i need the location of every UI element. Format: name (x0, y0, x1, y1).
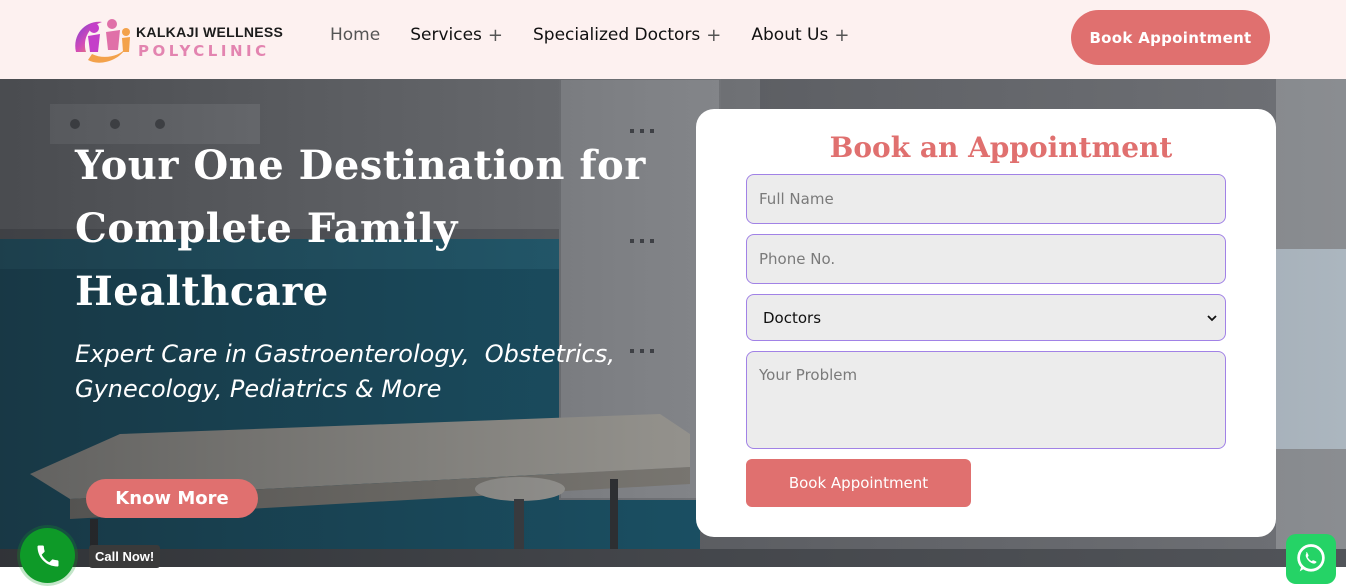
nav-item-label: Services (410, 25, 482, 45)
chevron-down-icon (1207, 314, 1217, 321)
appointment-form-card: Book an Appointment Doctors Book Appoint… (696, 109, 1276, 537)
plus-icon: + (706, 24, 722, 46)
brand-name-top: KALKAJI WELLNESS (136, 24, 284, 40)
doctor-select[interactable]: Doctors (746, 294, 1226, 341)
call-now-button[interactable] (20, 528, 75, 583)
brand-name-bottom: POLYCLINIC (138, 42, 270, 60)
form-book-appointment-button[interactable]: Book Appointment (746, 459, 971, 507)
plus-icon: + (487, 24, 503, 46)
hero-title: Your One Destination for Complete Family… (75, 134, 675, 323)
site-header: KALKAJI WELLNESS POLYCLINIC Home Service… (0, 0, 1346, 79)
hero-subtitle-line: Gynecology, Pediatrics & More (75, 375, 442, 403)
hero-subtitle: Expert Care in Gastroenterology, Obstetr… (75, 337, 655, 407)
nav-item-label: About Us (751, 25, 829, 45)
call-now-label[interactable]: Call Now! (89, 545, 161, 568)
know-more-button[interactable]: Know More (86, 479, 258, 518)
nav-item-services[interactable]: Services + (410, 25, 503, 46)
phone-icon (37, 545, 58, 566)
hero-subtitle-line: Expert Care in Gastroenterology, Obstetr… (75, 340, 615, 368)
doctor-select-value: Doctors (763, 308, 822, 327)
nav-item-specialized-doctors[interactable]: Specialized Doctors + (533, 25, 721, 46)
hero-title-line: Your One Destination for (75, 142, 646, 189)
nav-item-label: Home (330, 25, 381, 45)
nav-item-home[interactable]: Home (330, 25, 380, 45)
whatsapp-icon (1297, 544, 1325, 572)
hero-section: Your One Destination for Complete Family… (0, 79, 1346, 567)
header-book-appointment-button[interactable]: Book Appointment (1071, 10, 1270, 65)
main-nav: Home Services + Specialized Doctors + Ab… (330, 23, 879, 47)
hero-title-line: Complete Family (75, 205, 458, 252)
form-title: Book an Appointment (829, 131, 1173, 164)
hero-title-line: Healthcare (75, 268, 329, 315)
full-name-input[interactable] (746, 174, 1226, 224)
problem-textarea[interactable] (746, 351, 1226, 449)
nav-item-label: Specialized Doctors (532, 25, 701, 45)
nav-item-about-us[interactable]: About Us + (751, 25, 849, 46)
brand-logo[interactable]: KALKAJI WELLNESS POLYCLINIC (68, 10, 288, 68)
whatsapp-button[interactable] (1286, 534, 1336, 584)
logo-family-icon (75, 19, 130, 63)
plus-icon: + (834, 24, 850, 46)
phone-input[interactable] (746, 234, 1226, 284)
